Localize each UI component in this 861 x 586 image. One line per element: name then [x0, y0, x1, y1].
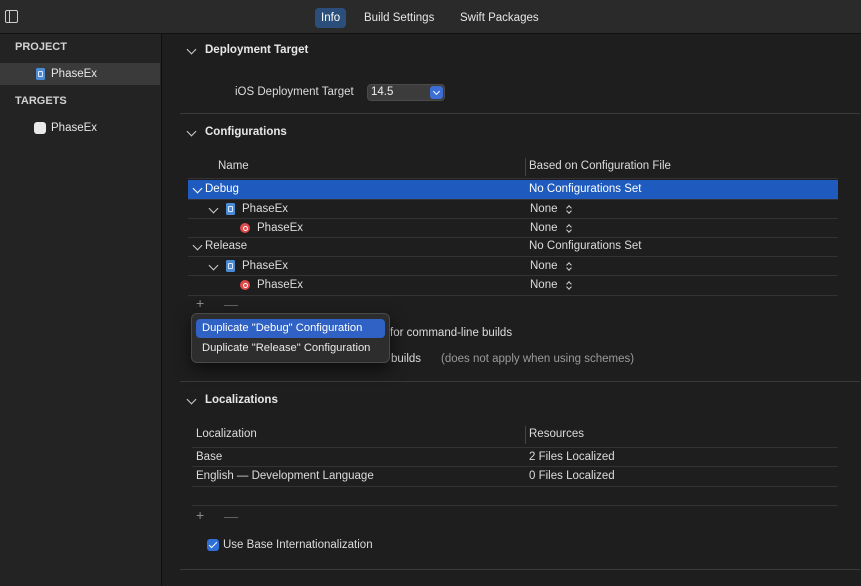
targets-header: TARGETS	[15, 95, 67, 107]
config-name: PhaseEx	[257, 279, 304, 291]
collapse-deployment-icon[interactable]	[186, 44, 197, 55]
localizations-section-title: Localizations	[205, 394, 278, 406]
project-file-icon	[226, 260, 235, 272]
scheme-note: (does not apply when using schemes)	[441, 353, 635, 365]
localization-name: English — Development Language	[196, 470, 374, 482]
config-row-project[interactable]: PhaseEx None	[188, 257, 838, 276]
remove-localization-button[interactable]: —	[224, 508, 238, 524]
base-intl-label: Use Base Internationalization	[223, 539, 373, 551]
add-configuration-button[interactable]: +	[196, 295, 204, 311]
collapse-configurations-icon[interactable]	[186, 126, 197, 137]
menu-item-duplicate-debug[interactable]: Duplicate "Debug" Configuration	[196, 319, 385, 338]
tab-build-settings[interactable]: Build Settings	[358, 8, 440, 28]
localization-row[interactable]: English — Development Language 0 Files L…	[192, 467, 838, 486]
config-row-debug[interactable]: Debug No Configurations Set	[188, 180, 838, 199]
config-file: No Configurations Set	[529, 183, 642, 195]
stepper-icon	[566, 205, 572, 214]
project-file-icon	[226, 203, 235, 215]
sidebar-item-project[interactable]: PhaseEx	[0, 63, 160, 85]
project-file-icon	[36, 68, 45, 80]
config-row-scheme[interactable]: PhaseEx None	[188, 276, 838, 295]
duplicate-configuration-menu: Duplicate "Debug" Configuration Duplicat…	[191, 313, 390, 363]
col-localization-header: Localization	[196, 428, 257, 440]
toolbar: Info Build Settings Swift Packages	[0, 0, 861, 34]
ios-deployment-value: 14.5	[371, 86, 394, 98]
disclosure-open-icon[interactable]	[192, 240, 203, 251]
config-row-release[interactable]: Release No Configurations Set	[188, 237, 838, 256]
config-name: Release	[205, 240, 248, 252]
cmdline-builds-label: for command-line builds	[390, 327, 513, 339]
stepper-icon	[566, 281, 572, 290]
sidebar-toggle-icon[interactable]	[5, 10, 18, 23]
localization-row[interactable]: Base 2 Files Localized	[192, 448, 838, 467]
sidebar-item-label: PhaseEx	[51, 68, 98, 80]
config-file-select[interactable]: None	[530, 276, 558, 295]
config-file-select[interactable]: None	[530, 219, 558, 238]
config-name: Debug	[205, 183, 239, 195]
config-name: PhaseEx	[242, 260, 289, 272]
tab-info[interactable]: Info	[315, 8, 347, 28]
stepper-icon	[566, 262, 572, 271]
localization-resources: 0 Files Localized	[529, 470, 615, 482]
tab-swift-packages[interactable]: Swift Packages	[454, 8, 545, 28]
collapse-localizations-icon[interactable]	[186, 394, 197, 405]
ios-deployment-select[interactable]: 14.5	[367, 84, 445, 101]
target-scheme-icon	[240, 223, 250, 233]
sidebar-item-label: PhaseEx	[51, 122, 98, 134]
disclosure-open-icon[interactable]	[208, 203, 219, 214]
menu-item-duplicate-release[interactable]: Duplicate "Release" Configuration	[196, 339, 385, 358]
config-row-project[interactable]: PhaseEx None	[188, 200, 838, 219]
project-header: PROJECT	[15, 41, 67, 53]
add-localization-button[interactable]: +	[196, 507, 204, 523]
config-name: PhaseEx	[242, 203, 289, 215]
config-row-scheme[interactable]: PhaseEx None	[188, 219, 838, 238]
config-file-select[interactable]: None	[530, 257, 558, 276]
stepper-icon	[566, 224, 572, 233]
chevron-down-icon	[430, 86, 443, 99]
deployment-section-title: Deployment Target	[205, 44, 309, 56]
configurations-section-title: Configurations	[205, 126, 287, 138]
app-target-icon	[34, 122, 46, 134]
remove-configuration-button[interactable]: —	[224, 296, 238, 312]
col-name-header: Name	[218, 160, 249, 172]
config-file: No Configurations Set	[529, 240, 642, 252]
col-resources-header: Resources	[529, 428, 584, 440]
sidebar-item-target[interactable]: PhaseEx	[0, 117, 160, 139]
localization-resources: 2 Files Localized	[529, 451, 615, 463]
ios-deployment-label: iOS Deployment Target	[235, 86, 354, 98]
base-intl-checkbox[interactable]	[207, 539, 219, 551]
disclosure-open-icon[interactable]	[208, 260, 219, 271]
col-file-header: Based on Configuration File	[529, 160, 671, 172]
disclosure-open-icon[interactable]	[192, 183, 203, 194]
localization-name: Base	[196, 451, 223, 463]
config-file-select[interactable]: None	[530, 200, 558, 219]
target-scheme-icon	[240, 280, 250, 290]
config-name: PhaseEx	[257, 222, 304, 234]
sidebar: PROJECT PhaseEx TARGETS PhaseEx	[0, 34, 162, 586]
